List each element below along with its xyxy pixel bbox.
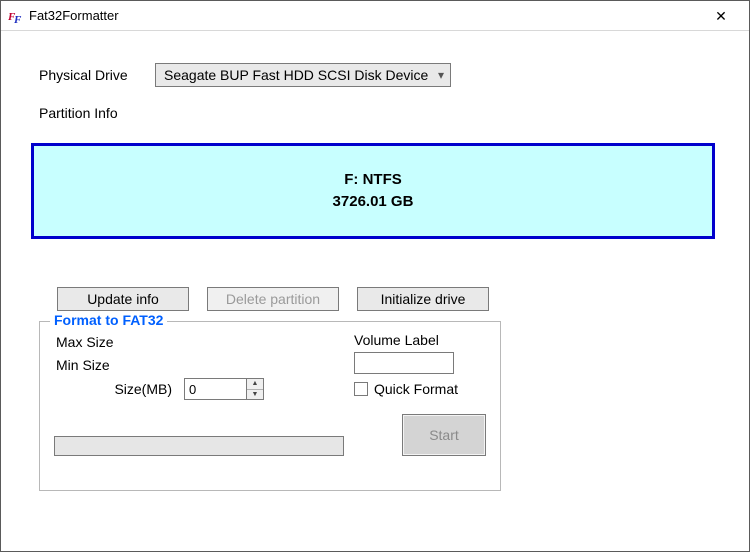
window: F F Fat32Formatter ✕ Physical Drive Seag…	[0, 0, 750, 552]
groupbox-legend: Format to FAT32	[50, 312, 167, 328]
physical-drive-label: Physical Drive	[39, 67, 155, 83]
size-stepper[interactable]: ▲ ▼	[184, 378, 354, 400]
spin-down-icon[interactable]: ▼	[247, 390, 263, 400]
initialize-drive-button[interactable]: Initialize drive	[357, 287, 489, 311]
update-info-button[interactable]: Update info	[57, 287, 189, 311]
progress-bar	[54, 436, 344, 456]
window-title: Fat32Formatter	[29, 8, 701, 23]
volume-label-input[interactable]	[354, 352, 454, 374]
action-button-row: Update info Delete partition Initialize …	[57, 287, 711, 311]
start-button[interactable]: Start	[402, 414, 486, 456]
partition-info-label: Partition Info	[39, 105, 711, 121]
physical-drive-row: Physical Drive Seagate BUP Fast HDD SCSI…	[39, 63, 711, 87]
format-groupbox: Format to FAT32 Max Size Volume Label Mi…	[39, 321, 501, 491]
quick-format-label: Quick Format	[374, 381, 458, 397]
partition-box[interactable]: F: NTFS 3726.01 GB	[31, 143, 715, 239]
partition-size: 3726.01 GB	[333, 191, 414, 214]
max-size-label: Max Size	[54, 334, 184, 350]
physical-drive-selected: Seagate BUP Fast HDD SCSI Disk Device	[164, 67, 428, 83]
size-spinner[interactable]: ▲ ▼	[246, 378, 264, 400]
app-icon: F F	[7, 8, 23, 24]
svg-text:F: F	[13, 14, 22, 24]
partition-drive-fs: F: NTFS	[344, 169, 402, 192]
close-icon[interactable]: ✕	[701, 5, 741, 27]
physical-drive-select[interactable]: Seagate BUP Fast HDD SCSI Disk Device ▾	[155, 63, 451, 87]
client-area: Physical Drive Seagate BUP Fast HDD SCSI…	[1, 31, 749, 521]
min-size-label: Min Size	[54, 357, 184, 373]
side-panel	[521, 331, 711, 491]
quick-format-wrap[interactable]: Quick Format	[354, 381, 486, 397]
titlebar: F F Fat32Formatter ✕	[1, 1, 749, 31]
quick-format-checkbox[interactable]	[354, 382, 368, 396]
chevron-down-icon: ▾	[438, 68, 444, 82]
size-input[interactable]	[184, 378, 246, 400]
volume-label-label: Volume Label	[354, 332, 486, 348]
spin-up-icon[interactable]: ▲	[247, 379, 263, 390]
size-mb-label: Size(MB)	[54, 381, 184, 397]
lower-area: Format to FAT32 Max Size Volume Label Mi…	[39, 321, 711, 491]
delete-partition-button[interactable]: Delete partition	[207, 287, 339, 311]
